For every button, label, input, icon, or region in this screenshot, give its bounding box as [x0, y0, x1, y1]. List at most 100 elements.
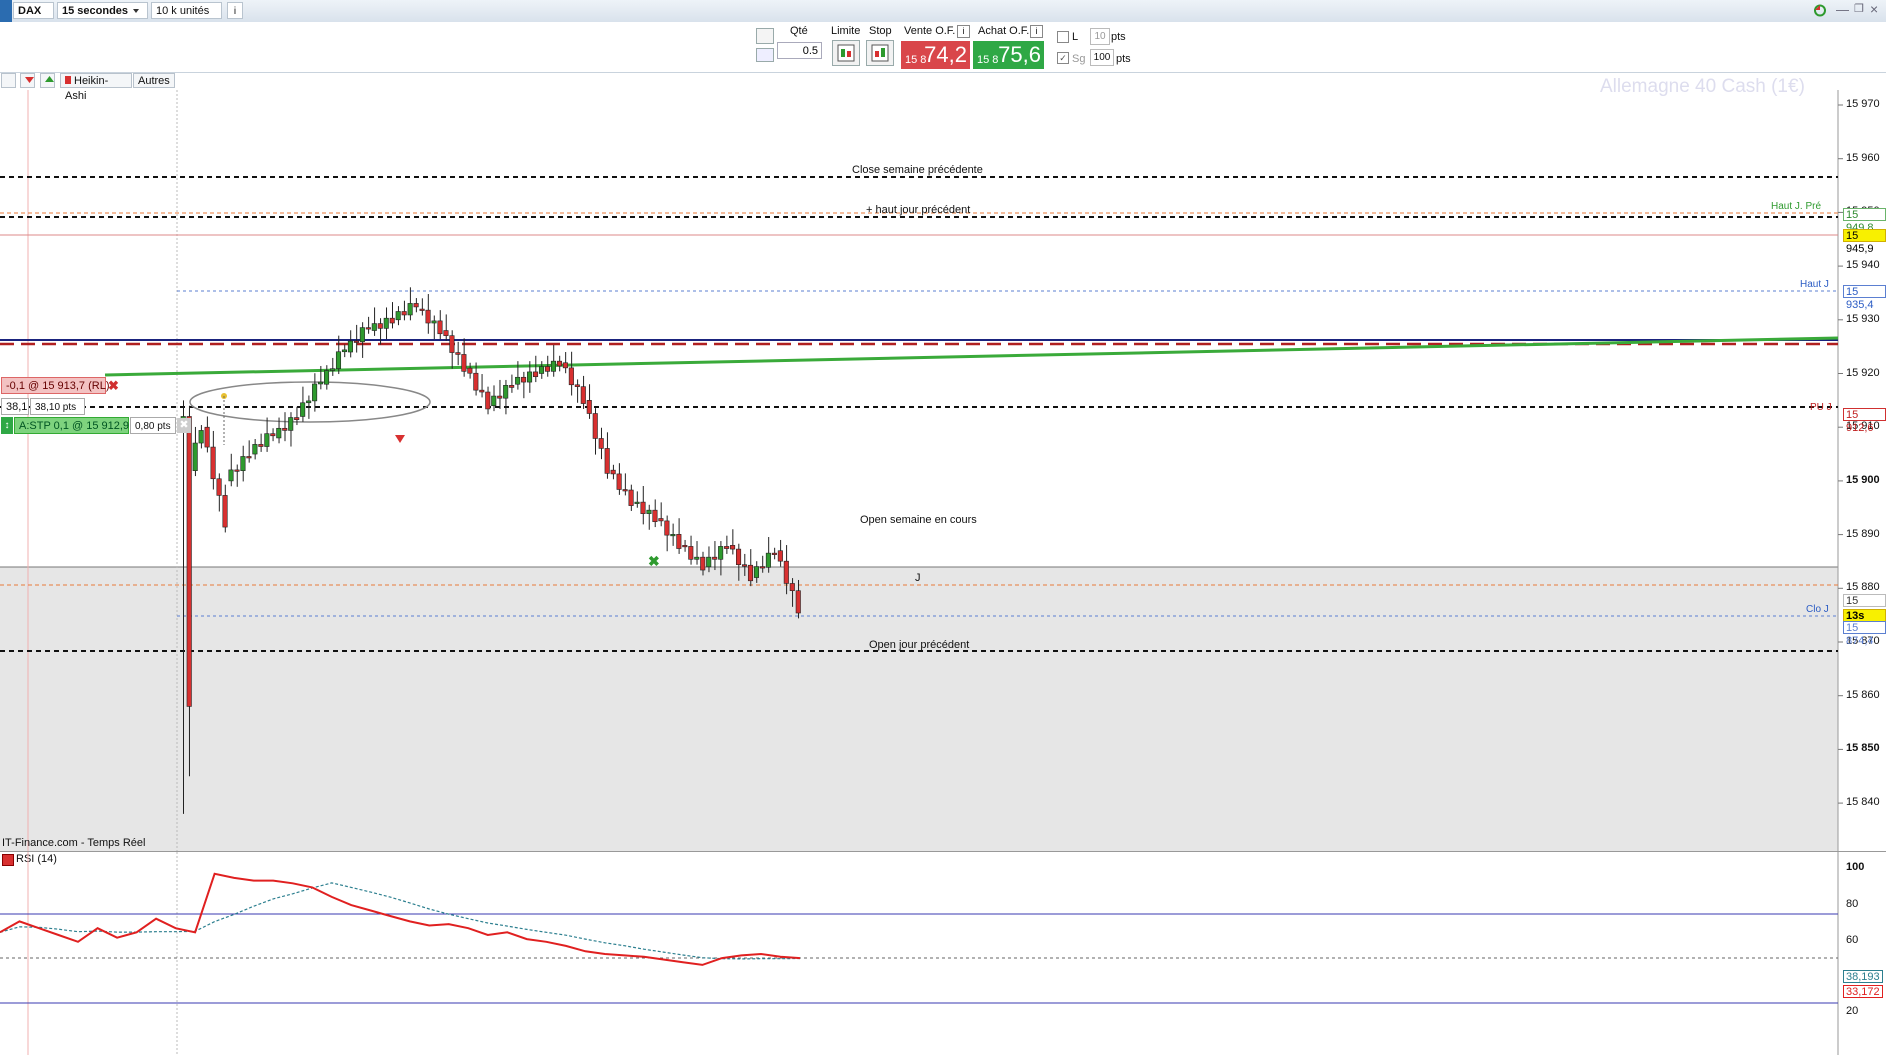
candle-body[interactable] — [473, 372, 479, 391]
candle-body[interactable] — [604, 448, 610, 474]
candle-body[interactable] — [538, 366, 545, 374]
candle-body[interactable] — [341, 349, 347, 353]
sell-button[interactable]: 15 8 74,2 — [901, 41, 970, 69]
candle-body[interactable] — [515, 376, 521, 385]
candle-body[interactable] — [497, 395, 503, 399]
interval-select[interactable]: 15 secondes — [57, 2, 148, 19]
candle-body[interactable] — [670, 534, 676, 537]
candle-body[interactable] — [365, 327, 371, 330]
info-icon[interactable]: i — [227, 2, 243, 19]
candle-body[interactable] — [527, 371, 533, 383]
candle-body[interactable] — [479, 389, 485, 393]
candle-body[interactable] — [461, 354, 467, 372]
candle-body[interactable] — [682, 545, 688, 548]
close-icon[interactable]: × — [1870, 1, 1878, 17]
candle-body[interactable] — [544, 366, 551, 372]
candle-body[interactable] — [664, 520, 670, 536]
candle-body[interactable] — [646, 509, 652, 514]
candle-body[interactable] — [389, 317, 395, 324]
candle-body[interactable] — [192, 442, 198, 471]
candle-body[interactable] — [300, 402, 306, 417]
settings-wrench-icon[interactable] — [756, 28, 774, 44]
rsi-chart[interactable] — [0, 852, 1886, 1055]
candle-body[interactable] — [730, 545, 736, 550]
candle-body[interactable] — [628, 489, 634, 506]
candle-body[interactable] — [718, 546, 724, 560]
buy-arrow-icon[interactable] — [40, 73, 55, 88]
sg-points-input[interactable]: 100 — [1090, 49, 1114, 66]
candle-body[interactable] — [186, 416, 192, 707]
candle-body[interactable] — [616, 473, 622, 490]
candle-body[interactable] — [777, 550, 783, 562]
candle-body[interactable] — [401, 311, 407, 316]
close-icon[interactable]: ✖ — [177, 418, 191, 433]
sell-arrow-icon[interactable] — [20, 73, 35, 88]
candle-body[interactable] — [580, 386, 586, 404]
candle-body[interactable] — [688, 546, 694, 560]
candle-body[interactable] — [347, 340, 353, 353]
candle-body[interactable] — [652, 509, 658, 523]
candle-body[interactable] — [556, 360, 562, 367]
candle-body[interactable] — [783, 560, 789, 584]
candle-body[interactable] — [383, 317, 389, 329]
candle-body[interactable] — [419, 308, 425, 311]
stop-guarantee-checkbox[interactable]: ✓ — [1057, 52, 1069, 64]
stp-order-box[interactable]: A:STP 0,1 @ 15 912,9 — [14, 417, 129, 434]
info-icon[interactable]: i — [1030, 25, 1043, 38]
candle-body[interactable] — [198, 430, 204, 444]
buy-marker-icon[interactable]: ✖ — [648, 553, 660, 569]
stop-order-button[interactable] — [866, 40, 894, 66]
candle-body[interactable] — [270, 433, 276, 437]
candle-body[interactable] — [562, 362, 568, 369]
candle-body[interactable] — [359, 327, 365, 343]
refresh-icon[interactable] — [1812, 2, 1828, 19]
candle-body[interactable] — [736, 548, 742, 565]
candle-body[interactable] — [455, 352, 461, 355]
candle-body[interactable] — [258, 444, 264, 447]
candle-body[interactable] — [598, 438, 604, 449]
candle-body[interactable] — [204, 426, 210, 448]
buy-button[interactable]: 15 8 75,6 — [973, 41, 1044, 69]
sell-marker-icon[interactable] — [395, 435, 405, 443]
candle-body[interactable] — [437, 320, 443, 335]
heikin-ashi-button[interactable]: Heikin-Ashi — [60, 73, 132, 102]
candle-body[interactable] — [276, 427, 282, 439]
candle-body[interactable] — [413, 303, 419, 308]
candle-body[interactable] — [586, 400, 592, 414]
drag-handle-icon[interactable]: ↕ — [1, 417, 13, 434]
candle-body[interactable] — [700, 556, 706, 571]
candle-body[interactable] — [329, 368, 336, 371]
candle-body[interactable] — [377, 323, 383, 329]
candle-body[interactable] — [771, 552, 777, 555]
candle-body[interactable] — [741, 564, 748, 567]
candle-body[interactable] — [216, 478, 222, 496]
candle-body[interactable] — [264, 433, 270, 447]
candle-body[interactable] — [592, 413, 598, 439]
candle-body[interactable] — [503, 385, 509, 399]
candle-body[interactable] — [324, 370, 330, 385]
candle-body[interactable] — [759, 566, 765, 569]
candle-body[interactable] — [485, 391, 491, 410]
candle-body[interactable] — [371, 323, 377, 331]
candle-body[interactable] — [747, 564, 754, 582]
candle-body[interactable] — [765, 552, 771, 568]
candle-body[interactable] — [712, 556, 718, 560]
candle-body[interactable] — [622, 489, 628, 492]
candle-body[interactable] — [724, 546, 730, 549]
limit-checkbox[interactable] — [1057, 31, 1069, 43]
volume-select[interactable]: 10 k unités — [151, 2, 222, 31]
minimize-icon[interactable]: — — [1836, 2, 1849, 17]
restore-icon[interactable]: ❐ — [1854, 2, 1864, 15]
candle-body[interactable] — [306, 400, 312, 404]
candle-body[interactable] — [318, 381, 324, 385]
candle-body[interactable] — [467, 367, 473, 374]
info-icon[interactable]: i — [957, 25, 970, 38]
candle-body[interactable] — [521, 376, 527, 383]
candle-body[interactable] — [353, 340, 359, 343]
candle-body[interactable] — [431, 320, 437, 324]
candle-body[interactable] — [532, 371, 539, 378]
candle-body[interactable] — [509, 385, 515, 388]
candle-body[interactable] — [610, 469, 616, 475]
candle-body[interactable] — [252, 444, 258, 455]
candle-body[interactable] — [443, 330, 449, 336]
